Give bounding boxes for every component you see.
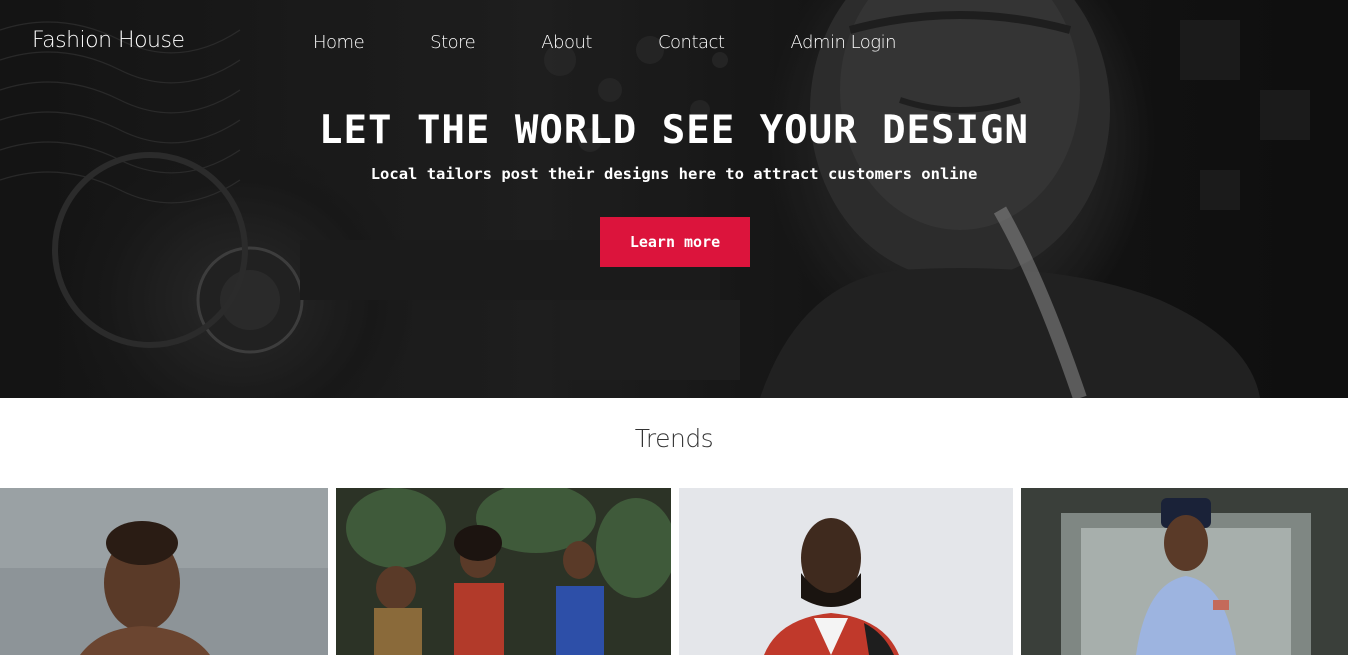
trend-image-man-in-blazer[interactable] (679, 488, 1013, 655)
trends-heading: Trends (634, 424, 714, 453)
hero-section: Fashion House Home Store About Contact A… (0, 0, 1348, 398)
trend-card-4[interactable] (1021, 488, 1348, 655)
main-nav: Home Store About Contact Admin Login (313, 32, 962, 53)
trend-image-man-in-native-attire[interactable] (1021, 488, 1348, 655)
nav-home[interactable]: Home (313, 32, 365, 53)
brand-logo[interactable]: Fashion House (32, 28, 185, 53)
trend-card-3[interactable] (679, 488, 1013, 655)
hero-subtitle: Local tailors post their designs here to… (370, 165, 978, 183)
trend-image-woman-portrait[interactable] (0, 488, 328, 655)
nav-store[interactable]: Store (430, 32, 476, 53)
trend-card-2[interactable] (336, 488, 671, 655)
hero-title: LET THE WORLD SEE YOUR DESIGN (319, 108, 1029, 153)
hero-overlay (0, 0, 1348, 398)
nav-admin-login[interactable]: Admin Login (790, 32, 896, 53)
learn-more-button[interactable]: Learn more (600, 217, 750, 267)
nav-about[interactable]: About (541, 32, 592, 53)
trend-card-1[interactable] (0, 488, 328, 655)
nav-contact[interactable]: Contact (658, 32, 725, 53)
trend-image-group-dancing[interactable] (336, 488, 671, 655)
